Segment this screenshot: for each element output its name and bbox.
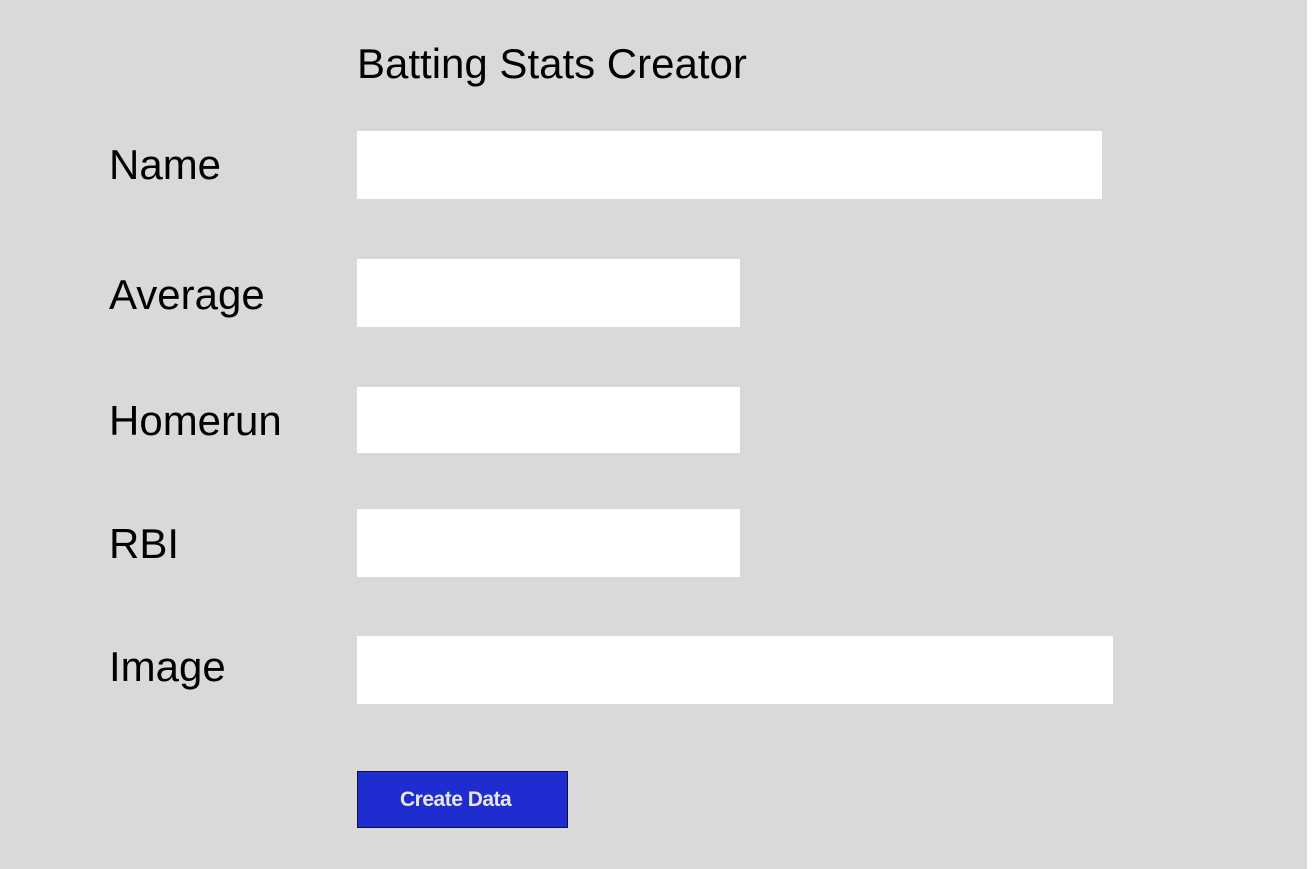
create-data-button-label: Create Data [400,788,512,811]
page-title: Batting Stats Creator [357,40,747,87]
image-label: Image [109,643,226,690]
name-input[interactable] [357,131,1102,199]
homerun-input[interactable] [357,387,740,453]
average-input[interactable] [357,259,740,327]
batting-stats-form: Batting Stats Creator Name Average Homer… [0,0,1307,869]
create-data-button[interactable]: Create Data [357,771,568,828]
name-label: Name [109,141,222,188]
rbi-input[interactable] [357,509,740,577]
image-input[interactable] [357,636,1113,704]
rbi-label: RBI [109,520,180,567]
homerun-label: Homerun [109,397,282,444]
average-label: Average [109,271,265,318]
